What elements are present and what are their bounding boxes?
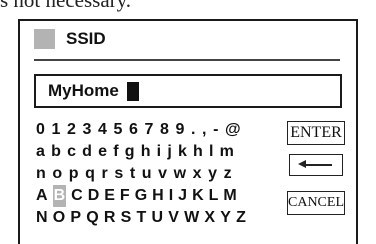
key[interactable]: Z — [236, 207, 246, 229]
key-row-uppercase-1[interactable]: ABCDEFGHIJKLM — [36, 185, 251, 207]
key[interactable]: 4 — [98, 119, 107, 141]
key[interactable]: V — [168, 207, 179, 229]
key[interactable]: U — [151, 207, 163, 229]
left-arrow-icon — [298, 160, 334, 170]
key[interactable]: I — [169, 185, 173, 207]
key[interactable]: A — [36, 185, 48, 207]
key[interactable]: y — [208, 163, 217, 185]
key[interactable]: t — [130, 163, 135, 185]
key[interactable]: x — [193, 163, 202, 185]
key[interactable]: D — [88, 185, 100, 207]
key[interactable]: p — [69, 163, 79, 185]
key[interactable]: . — [191, 119, 195, 141]
ssid-title: SSID — [66, 29, 106, 48]
key[interactable]: v — [158, 163, 167, 185]
key[interactable]: d — [82, 141, 92, 163]
key[interactable]: W — [184, 207, 199, 229]
key[interactable]: H — [152, 185, 164, 207]
key-row-lowercase-2[interactable]: nopqrstuvwxyz — [36, 163, 251, 185]
divider — [34, 59, 340, 61]
key[interactable]: 6 — [129, 119, 138, 141]
key[interactable]: 1 — [52, 119, 61, 141]
backspace-button[interactable] — [289, 154, 343, 176]
key[interactable]: w — [174, 163, 186, 185]
key[interactable]: Y — [220, 207, 231, 229]
key-row-lowercase-1[interactable]: abcdefghijkhlm — [36, 141, 251, 163]
key[interactable]: u — [142, 163, 152, 185]
key[interactable]: i — [157, 141, 161, 163]
key[interactable]: m — [220, 141, 234, 163]
key[interactable]: s — [114, 163, 123, 185]
key[interactable]: e — [98, 141, 107, 163]
key[interactable]: b — [51, 141, 61, 163]
key[interactable]: 9 — [176, 119, 185, 141]
key[interactable]: q — [85, 163, 95, 185]
key[interactable]: 7 — [145, 119, 154, 141]
key[interactable]: - — [213, 119, 218, 141]
key[interactable]: 8 — [160, 119, 169, 141]
key[interactable]: S — [121, 207, 132, 229]
ssid-input-field[interactable]: MyHome — [34, 74, 342, 108]
key[interactable]: X — [204, 207, 215, 229]
key-row-digits[interactable]: 0 1 2 3 4 5 6 7 8 9., - @ — [36, 119, 251, 141]
key[interactable]: 3 — [83, 119, 92, 141]
key[interactable]: @ — [225, 119, 241, 141]
key[interactable]: r — [102, 163, 108, 185]
key[interactable]: C — [71, 185, 83, 207]
key[interactable]: 0 — [36, 119, 45, 141]
key[interactable]: G — [135, 185, 147, 207]
key[interactable]: J — [178, 185, 187, 207]
key[interactable]: 5 — [114, 119, 123, 141]
key[interactable]: P — [70, 207, 81, 229]
key[interactable]: , — [202, 119, 206, 141]
key[interactable]: g — [125, 141, 135, 163]
key[interactable]: O — [53, 207, 65, 229]
panel-header: SSID — [34, 29, 106, 49]
ssid-input-value: MyHome — [48, 81, 119, 100]
text-cursor — [126, 81, 139, 101]
key[interactable]: L — [209, 185, 219, 207]
key[interactable]: j — [167, 141, 171, 163]
key-selected[interactable]: B — [52, 185, 67, 207]
key[interactable]: c — [67, 141, 76, 163]
key[interactable]: M — [223, 185, 236, 207]
key[interactable]: F — [120, 185, 130, 207]
key[interactable]: h — [141, 141, 151, 163]
square-icon — [34, 29, 55, 49]
ssid-entry-panel: SSID MyHome 0 1 2 3 4 5 6 7 8 9., - @ abcdefghijkhl… — [18, 19, 358, 244]
key[interactable]: f — [113, 141, 118, 163]
cancel-button[interactable]: CANCEL — [287, 191, 345, 215]
key[interactable]: n — [36, 163, 46, 185]
key[interactable]: k — [178, 141, 187, 163]
cropped-caption-text: s not necessary. — [0, 0, 132, 12]
key[interactable]: 2 — [67, 119, 76, 141]
key[interactable]: K — [192, 185, 204, 207]
key[interactable]: h — [193, 141, 203, 163]
character-keyboard: 0 1 2 3 4 5 6 7 8 9., - @ abcdefghijkhlm nopqrstuvw… — [36, 119, 251, 229]
key[interactable]: z — [224, 163, 232, 185]
key[interactable]: l — [209, 141, 213, 163]
enter-button[interactable]: ENTER — [287, 121, 345, 145]
key[interactable]: N — [36, 207, 48, 229]
key[interactable]: a — [36, 141, 45, 163]
key[interactable]: o — [52, 163, 62, 185]
key[interactable]: T — [137, 207, 147, 229]
key[interactable]: E — [104, 185, 115, 207]
key-row-uppercase-2[interactable]: NOPQRSTUVWXYZ — [36, 207, 251, 229]
key[interactable]: R — [104, 207, 116, 229]
page: s not necessary. SSID MyHome 0123456789.… — [0, 0, 376, 244]
key[interactable]: Q — [86, 207, 98, 229]
